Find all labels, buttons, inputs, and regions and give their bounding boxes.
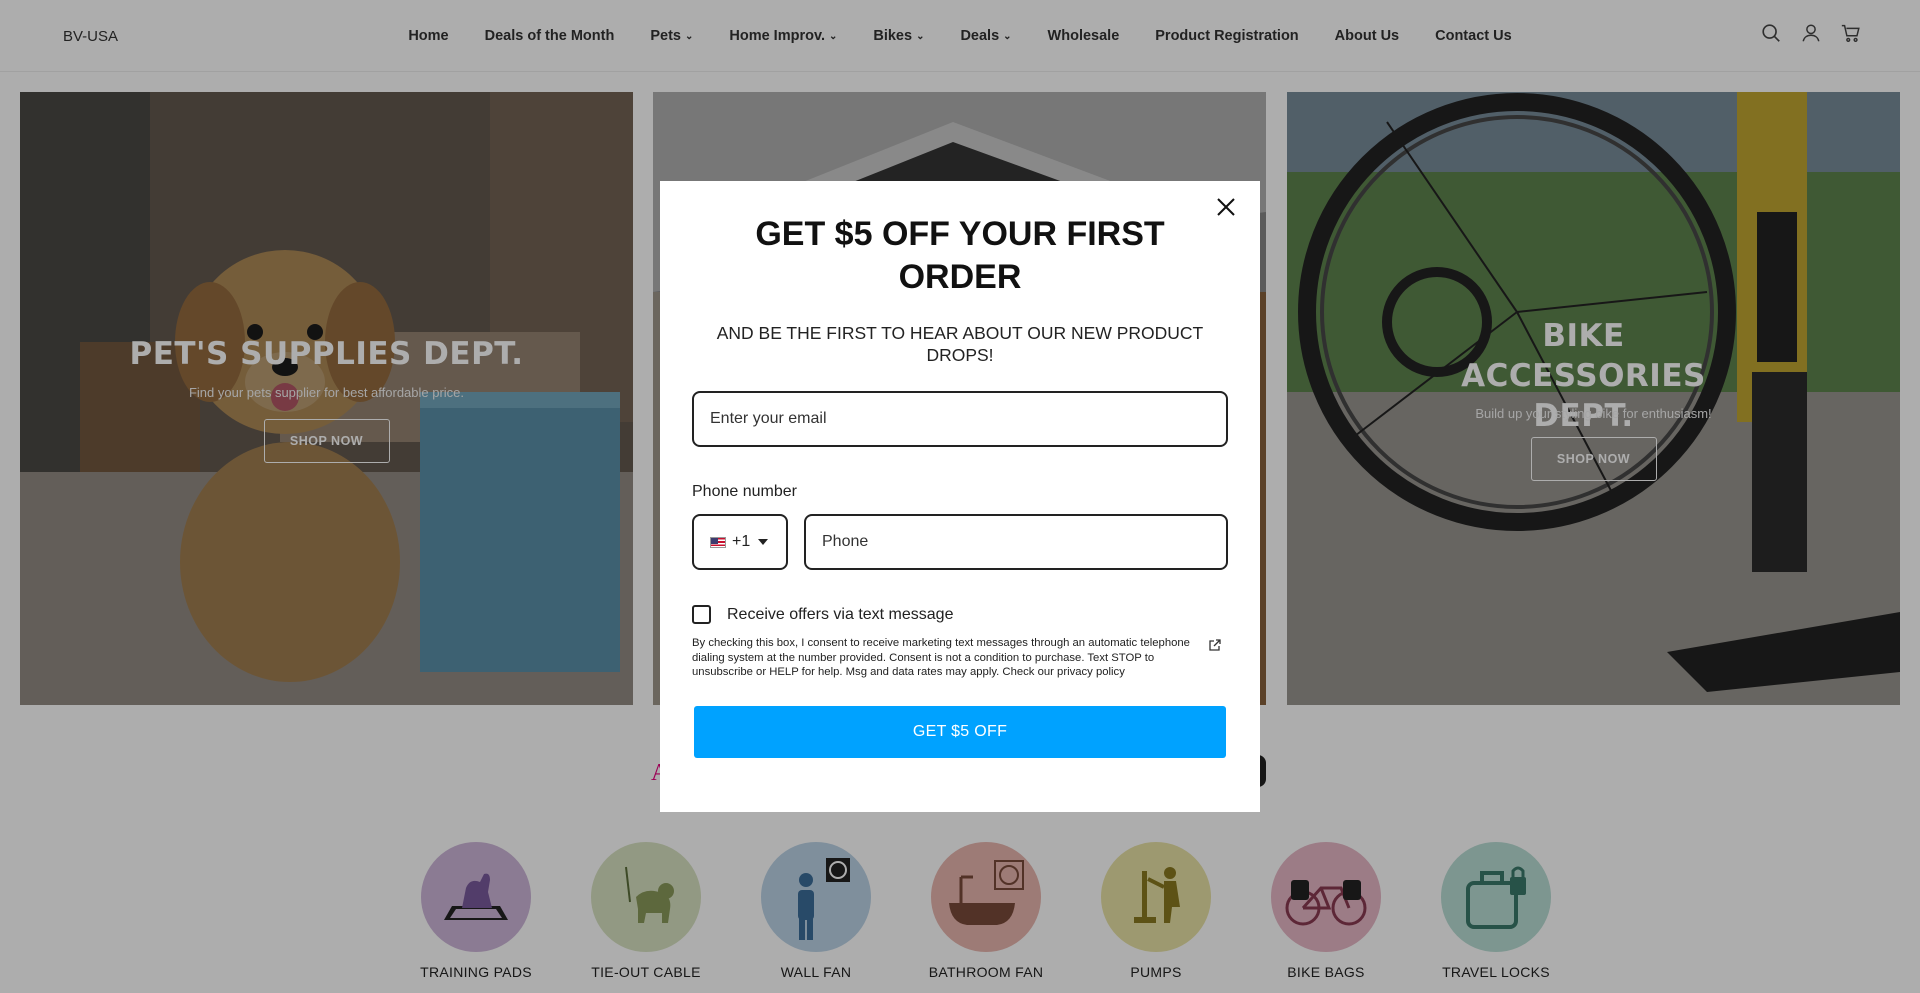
- phone-number-label: Phone number: [692, 483, 797, 500]
- modal-headline: GET $5 OFF YOUR FIRST ORDER: [755, 215, 1165, 296]
- country-code-select[interactable]: +1: [692, 514, 788, 570]
- sms-consent-text: By checking this box, I consent to recei…: [692, 637, 1190, 679]
- email-field[interactable]: [692, 391, 1228, 447]
- external-link-icon[interactable]: [1208, 638, 1222, 652]
- sms-opt-in-checkbox[interactable]: [692, 605, 711, 624]
- country-code-value: +1: [732, 533, 751, 550]
- us-flag-icon: [710, 536, 726, 548]
- caret-down-icon: [758, 539, 769, 545]
- discount-signup-modal: GET $5 OFF YOUR FIRST ORDER AND BE THE F…: [660, 181, 1260, 812]
- modal-subheadline: AND BE THE FIRST TO HEAR ABOUT OUR NEW P…: [716, 323, 1204, 365]
- get-discount-button[interactable]: GET $5 OFF: [694, 706, 1226, 758]
- close-icon: [1217, 198, 1235, 216]
- sms-opt-in-label: Receive offers via text message: [727, 605, 954, 623]
- close-button[interactable]: [1211, 192, 1241, 222]
- sms-opt-in-row: Receive offers via text message: [692, 605, 953, 624]
- phone-field[interactable]: [804, 514, 1228, 570]
